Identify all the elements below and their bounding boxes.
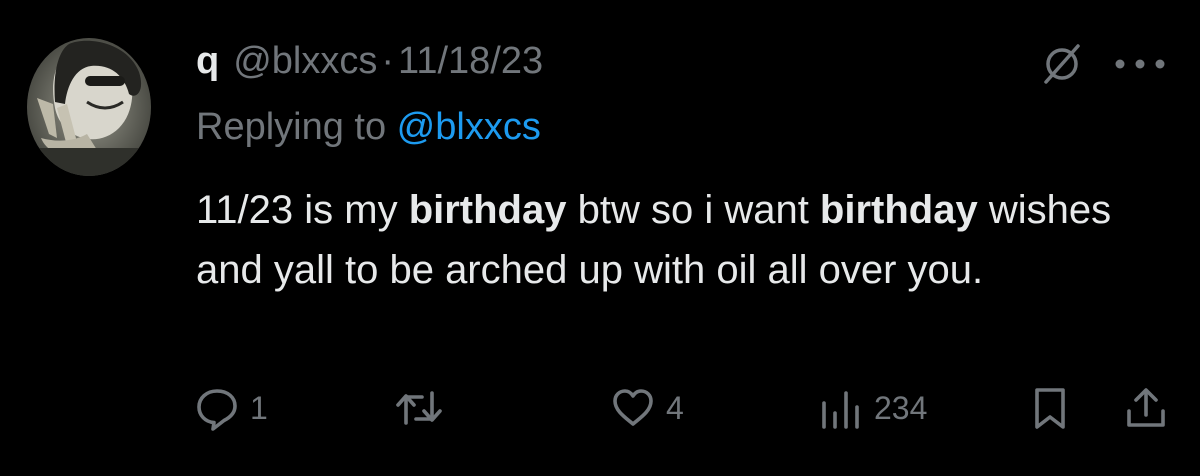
more-icon[interactable] <box>1112 56 1168 72</box>
like-button[interactable]: 4 <box>610 380 684 436</box>
bookmark-button[interactable] <box>1030 380 1070 436</box>
views-icon <box>822 391 859 429</box>
user-handle[interactable]: @blxxcs <box>233 36 377 86</box>
avatar-image <box>27 38 151 176</box>
reply-icon <box>197 389 237 431</box>
reply-button[interactable]: 1 <box>194 380 268 436</box>
grok-icon[interactable] <box>1040 42 1084 86</box>
tweet-text-bold: birthday <box>408 188 567 232</box>
like-count: 4 <box>666 389 684 426</box>
avatar[interactable] <box>27 38 151 176</box>
tweet-header: q @blxxcs · 11/18/23 <box>196 36 543 86</box>
bookmark-icon <box>1035 388 1065 429</box>
replying-prefix: Replying to <box>196 106 397 148</box>
retweet-button[interactable] <box>394 380 454 436</box>
tweet-text-part: btw so i want <box>566 188 820 232</box>
action-bar: 1 4 234 <box>0 380 1200 436</box>
tweet-text-bold: birthday <box>819 188 978 232</box>
replying-to: Replying to @blxxcs <box>196 102 541 152</box>
tweet-text-part: 11/23 is my <box>196 188 409 232</box>
display-name[interactable]: q <box>196 36 219 86</box>
share-icon <box>1127 388 1165 427</box>
retweet-icon <box>396 391 442 425</box>
tweet-text: 11/23 is my birthday btw so i want birth… <box>196 180 1156 300</box>
share-button[interactable] <box>1124 380 1168 436</box>
separator-dot: · <box>381 40 395 82</box>
views-button[interactable]: 234 <box>818 380 927 436</box>
views-count: 234 <box>874 389 928 426</box>
reply-count: 1 <box>250 389 268 426</box>
tweet-date[interactable]: 11/18/23 <box>398 36 543 86</box>
heart-icon <box>613 389 653 426</box>
replying-handle-link[interactable]: @blxxcs <box>397 106 541 148</box>
